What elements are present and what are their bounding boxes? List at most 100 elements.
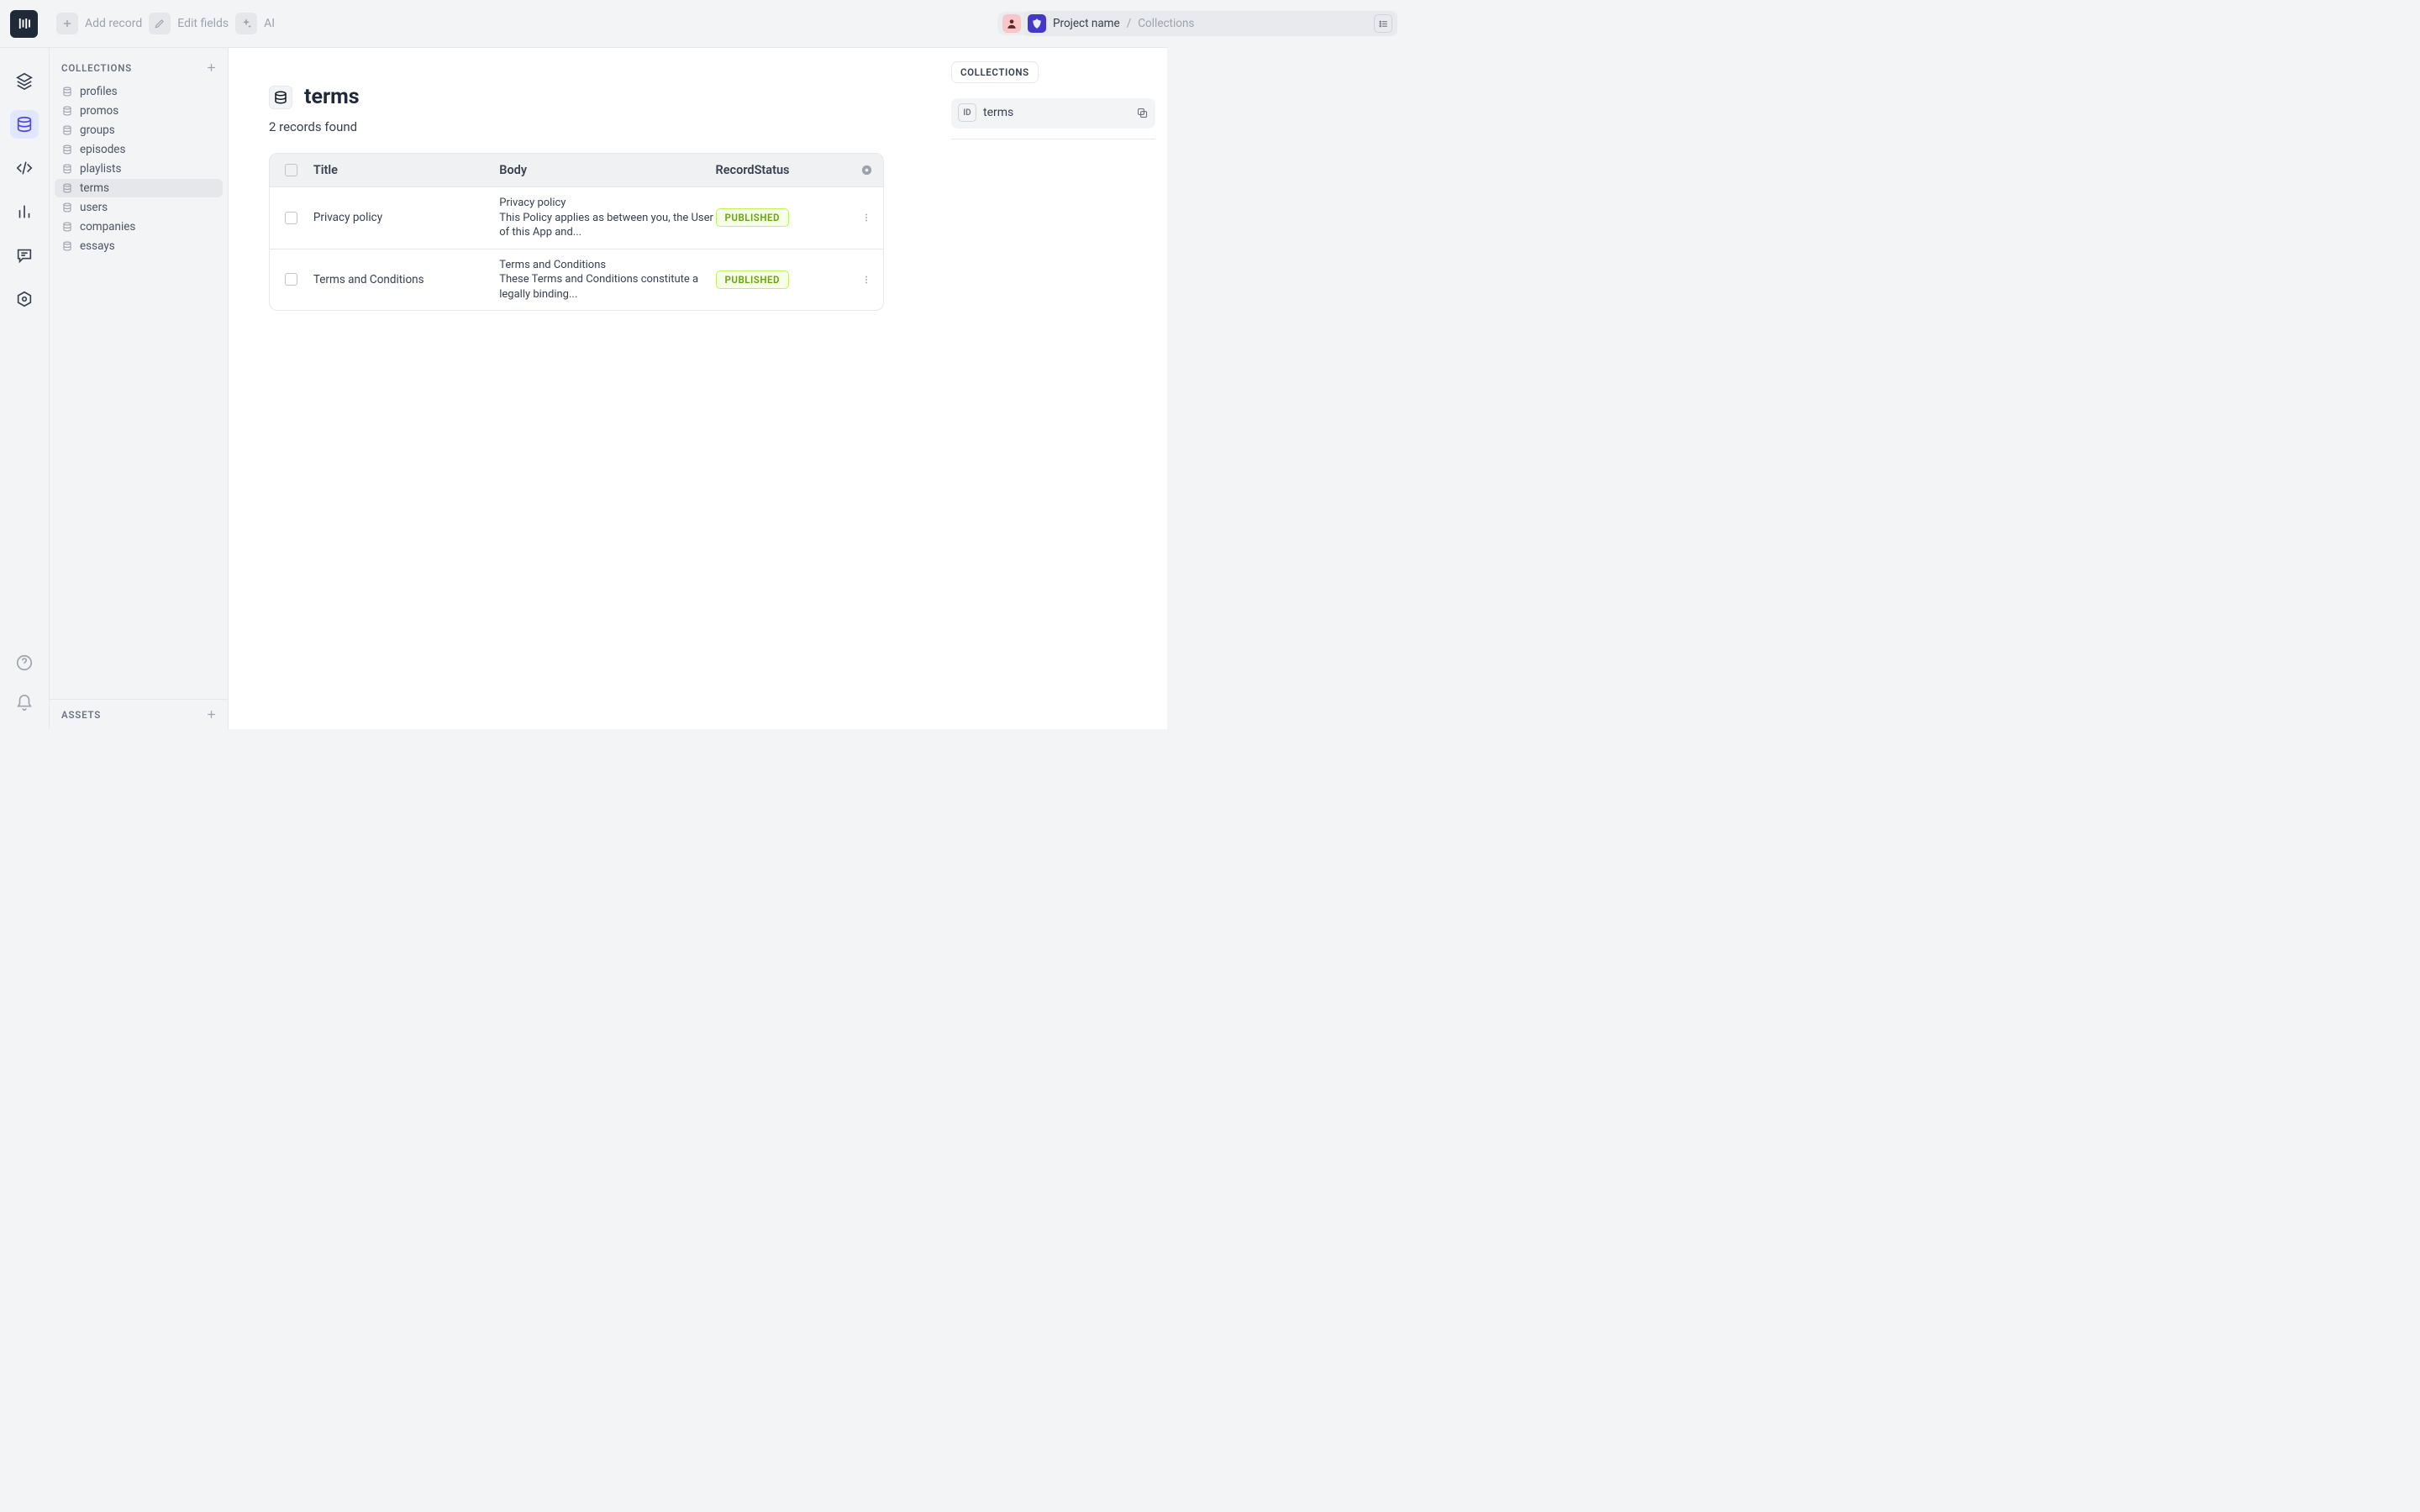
collection-icon (269, 86, 292, 109)
plus-icon (205, 708, 218, 721)
edit-fields-label: Edit fields (177, 17, 229, 30)
rail-code[interactable] (10, 154, 39, 182)
status-badge: PUBLISHED (716, 208, 789, 227)
breadcrumb[interactable]: Project name / Collections (1023, 11, 1397, 36)
id-badge: ID (958, 103, 976, 122)
rail-settings[interactable] (10, 285, 39, 313)
logo-icon (17, 16, 32, 31)
row-body: Terms and ConditionsThese Terms and Cond… (499, 258, 715, 302)
table-row[interactable]: Terms and ConditionsTerms and Conditions… (270, 249, 883, 311)
app-logo[interactable] (10, 10, 38, 38)
code-icon (15, 159, 34, 177)
ai-button[interactable]: AI (235, 13, 275, 34)
sidebar-footer-label: ASSETS (61, 709, 101, 721)
sidebar-item-playlists[interactable]: playlists (55, 160, 223, 178)
plus-icon (205, 61, 218, 74)
sidebar-item-label: profiles (80, 85, 118, 98)
database-icon (61, 124, 73, 136)
list-icon[interactable] (1374, 14, 1392, 33)
database-icon (61, 182, 73, 194)
hexagon-icon (15, 290, 34, 308)
sparkle-icon (240, 18, 252, 29)
row-actions-button[interactable] (850, 212, 883, 223)
sidebar: COLLECTIONS profiles promos groups episodes… (50, 48, 229, 729)
row-title: Privacy policy (313, 211, 499, 224)
rail-database[interactable] (10, 110, 39, 139)
sidebar-item-companies[interactable]: companies (55, 218, 223, 236)
collection-id-row: ID terms (951, 98, 1155, 129)
add-record-button[interactable]: Add record (56, 13, 142, 34)
sidebar-item-label: terms (80, 181, 109, 195)
right-panel-tab[interactable]: COLLECTIONS (951, 61, 1039, 83)
ai-label: AI (264, 17, 275, 30)
sidebar-header: COLLECTIONS (61, 62, 132, 74)
nav-rail (0, 48, 50, 729)
sidebar-item-essays[interactable]: essays (55, 237, 223, 255)
sidebar-item-label: playlists (80, 162, 121, 176)
sidebar-item-label: episodes (80, 143, 125, 156)
rail-layers[interactable] (10, 66, 39, 95)
sidebar-item-label: groups (80, 123, 115, 137)
copy-icon (1136, 107, 1149, 119)
records-count: 2 records found (269, 119, 939, 134)
crumb-current: Collections (1138, 17, 1194, 30)
database-icon (61, 163, 73, 175)
select-all-checkbox[interactable] (285, 164, 297, 176)
sidebar-item-label: companies (80, 220, 135, 234)
sidebar-item-profiles[interactable]: profiles (55, 82, 223, 101)
table-header: Title Body RecordStatus (270, 154, 883, 187)
top-bar: Add record Edit fields AI Project name /… (0, 0, 1167, 48)
column-status[interactable]: RecordStatus (716, 163, 850, 177)
column-settings-button[interactable] (850, 164, 883, 176)
row-checkbox[interactable] (285, 212, 297, 224)
avatar (1002, 14, 1021, 33)
message-icon (15, 246, 34, 265)
row-actions-button[interactable] (850, 274, 883, 286)
gear-icon (860, 164, 873, 176)
add-collection-button[interactable] (205, 61, 218, 74)
sidebar-item-label: users (80, 201, 108, 214)
page-title: terms (304, 85, 360, 109)
copy-id-button[interactable] (1136, 107, 1149, 119)
help-icon (15, 654, 34, 672)
layers-icon (15, 71, 34, 90)
bar-chart-icon (15, 202, 34, 221)
row-status: PUBLISHED (716, 208, 850, 227)
pencil-icon (154, 18, 166, 29)
sidebar-item-terms[interactable]: terms (55, 179, 223, 197)
row-checkbox[interactable] (285, 273, 297, 286)
sidebar-item-groups[interactable]: groups (55, 121, 223, 139)
plus-icon (61, 18, 73, 29)
project-icon (1028, 14, 1046, 33)
database-icon (61, 105, 73, 117)
database-icon (61, 221, 73, 233)
database-icon (61, 86, 73, 97)
project-name: Project name (1053, 17, 1120, 30)
sidebar-item-users[interactable]: users (55, 198, 223, 217)
column-body[interactable]: Body (499, 163, 715, 177)
database-icon (61, 144, 73, 155)
table-row[interactable]: Privacy policyPrivacy policyThis Policy … (270, 187, 883, 249)
records-table: Title Body RecordStatus Privacy policyPr… (269, 153, 884, 311)
rail-messages[interactable] (10, 241, 39, 270)
rail-help[interactable] (10, 648, 39, 677)
database-icon (15, 115, 34, 134)
sidebar-item-label: promos (80, 104, 118, 118)
sidebar-item-episodes[interactable]: episodes (55, 140, 223, 159)
rail-notifications[interactable] (10, 689, 39, 717)
row-status: PUBLISHED (716, 270, 850, 289)
crumb-separator: / (1127, 17, 1132, 30)
add-record-label: Add record (85, 17, 142, 30)
sidebar-item-promos[interactable]: promos (55, 102, 223, 120)
bell-icon (15, 694, 34, 712)
main-content: terms 2 records found Title Body RecordS… (229, 48, 939, 729)
row-title: Terms and Conditions (313, 273, 499, 286)
sidebar-item-label: essays (80, 239, 115, 253)
row-body: Privacy policyThis Policy applies as bet… (499, 196, 715, 240)
status-badge: PUBLISHED (716, 270, 789, 289)
add-asset-button[interactable] (205, 708, 218, 721)
right-panel: COLLECTIONS ID terms (939, 48, 1167, 729)
column-title[interactable]: Title (313, 163, 499, 177)
rail-analytics[interactable] (10, 197, 39, 226)
edit-fields-button[interactable]: Edit fields (149, 13, 229, 34)
